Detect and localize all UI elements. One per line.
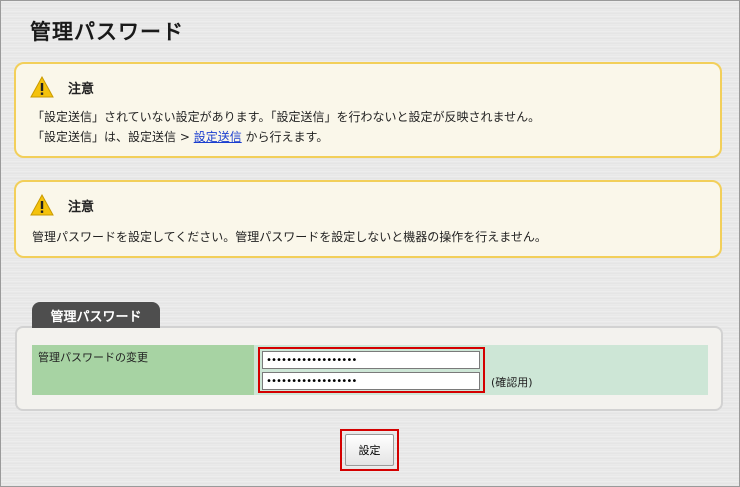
- confirm-label: (確認用): [491, 376, 533, 389]
- page-title: 管理パスワード: [30, 20, 184, 44]
- settings-send-link[interactable]: 設定送信: [194, 130, 242, 144]
- notice-header: 注意: [30, 76, 94, 98]
- set-button[interactable]: 設定: [345, 434, 394, 466]
- notice-text-with-link: 「設定送信」は、設定送信 > 設定送信 から行えます。: [32, 128, 328, 145]
- notice-header: 注意: [30, 194, 94, 216]
- notice-text: 管理パスワードを設定してください。管理パスワードを設定しないと機器の操作を行えま…: [32, 230, 547, 244]
- notice-text-suffix: から行えます。: [241, 130, 329, 144]
- unsent-settings-notice: 注意 「設定送信」されていない設定があります。「設定送信」を行わないと設定が反映…: [14, 62, 722, 158]
- notice-text-prefix: 「設定送信」は、設定送信 >: [32, 130, 194, 144]
- warning-icon: [30, 194, 54, 216]
- notice-text: 「設定送信」されていない設定があります。「設定送信」を行わないと設定が反映されま…: [32, 110, 541, 124]
- change-password-label: 管理パスワードの変更: [32, 345, 254, 395]
- password-input[interactable]: [262, 351, 480, 369]
- warning-icon: [30, 76, 54, 98]
- password-confirm-input[interactable]: [262, 372, 480, 390]
- section-tab: 管理パスワード: [32, 302, 160, 328]
- notice-title: 注意: [68, 199, 95, 215]
- notice-title: 注意: [68, 81, 95, 97]
- password-required-notice: 注意 管理パスワードを設定してください。管理パスワードを設定しないと機器の操作を…: [14, 180, 722, 258]
